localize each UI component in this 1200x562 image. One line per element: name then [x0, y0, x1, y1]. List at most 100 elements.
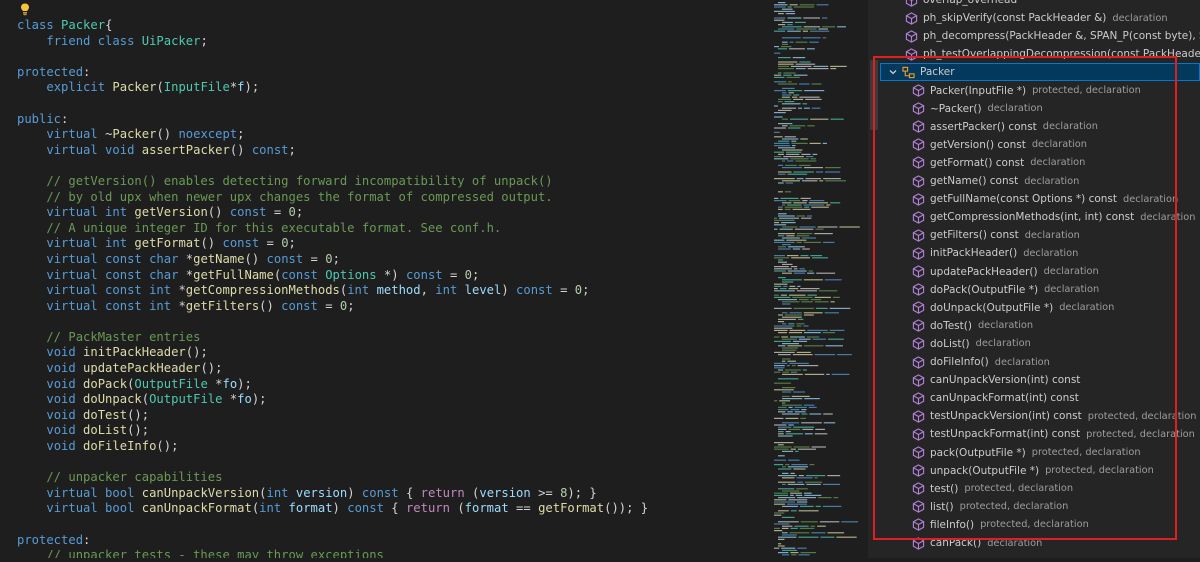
code-token: updatePackHeader: [83, 361, 201, 376]
outline-item[interactable]: canUnpackVersion(int) const: [880, 371, 1200, 389]
code-token: const: [229, 205, 274, 220]
outline-item[interactable]: canUnpackFormat(int) const: [880, 389, 1200, 407]
code-token: void: [46, 376, 84, 391]
outline-item[interactable]: overlap_overhead: [880, 0, 1200, 9]
code-line: // PackMaster entries: [17, 330, 648, 346]
outline-item[interactable]: testUnpackVersion(int) const protected, d…: [880, 407, 1200, 425]
outline-item[interactable]: fileInfo() protected, declaration: [880, 516, 1200, 534]
lightbulb-icon[interactable]: [18, 2, 32, 16]
outline-item[interactable]: getFullName(const Options *) const declar…: [880, 190, 1200, 208]
code-token: Options: [325, 267, 384, 282]
code-token: noexcept: [178, 127, 238, 142]
outline-item-label: ~Packer(): [930, 102, 982, 115]
outline-panel: overlap_overhead ph_skipVerify(const Pack…: [880, 0, 1200, 558]
outline-item-description: declaration: [1023, 247, 1079, 259]
code-token: fo: [222, 376, 238, 391]
code-token: (): [229, 142, 252, 157]
outline-item-description: protected, declaration: [1087, 410, 1197, 422]
outline-item-description: protected, declaration: [980, 519, 1089, 531]
outline-item[interactable]: doTest() declaration: [880, 317, 1200, 335]
outline-item[interactable]: doFileInfo() declaration: [880, 353, 1200, 371]
code-token: OutputFile: [134, 376, 216, 391]
code-token: 0: [574, 283, 583, 298]
code-token: {: [105, 18, 113, 32]
method-cube-icon: [912, 518, 925, 532]
outline-item[interactable]: updatePackHeader() declaration: [880, 263, 1200, 281]
code-token: version: [295, 485, 348, 500]
outline-item[interactable]: list() protected, declaration: [880, 498, 1200, 516]
code-token: const: [405, 267, 450, 282]
code-token: int: [347, 283, 377, 298]
code-token: getVersion: [134, 205, 208, 220]
code-token: (): [244, 251, 267, 266]
method-cube-icon: [912, 102, 925, 115]
outline-item[interactable]: doUnpack(OutputFile *) declaration: [880, 299, 1200, 317]
code-token: *: [178, 298, 186, 313]
outline-item-label: test(): [930, 482, 959, 495]
code-token: =: [310, 251, 326, 266]
code-token: int: [435, 283, 465, 298]
code-token: protected: [17, 64, 84, 79]
outline-item[interactable]: getName() const declaration: [880, 172, 1200, 190]
scrollbar-thumb[interactable]: [870, 60, 878, 130]
code-line: virtual int getVersion() const = 0;: [17, 205, 648, 221]
code-line: virtual ~Packer() noexcept;: [17, 127, 648, 143]
outline-item[interactable]: getCompressionMethods(int, int) const dec…: [880, 208, 1200, 226]
outline-item[interactable]: initPackHeader() declaration: [880, 244, 1200, 262]
outline-item-label: getFilters() const: [930, 229, 1019, 242]
outline-item[interactable]: ~Packer() declaration: [880, 100, 1200, 118]
outline-item[interactable]: pack(OutputFile *) protected, declaration: [880, 444, 1200, 462]
outline-item[interactable]: canPack() declaration: [880, 534, 1200, 552]
editor-scrollbar[interactable]: [868, 0, 880, 558]
outline-item[interactable]: ph_decompress(PackHeader &, SPAN_P(const…: [880, 27, 1200, 45]
outline-item-class[interactable]: Packer: [880, 63, 1200, 82]
code-token: getCompressionMethods: [185, 283, 340, 298]
code-line: public:: [17, 112, 648, 128]
minimap-preview: [774, 2, 860, 556]
method-cube-icon: [912, 229, 925, 242]
minimap[interactable]: [770, 0, 868, 558]
method-cube-icon: [912, 464, 925, 477]
code-token: (: [259, 485, 267, 500]
code-token: getFormat: [538, 501, 605, 516]
code-token: (): [200, 236, 223, 251]
outline-item[interactable]: assertPacker() const declaration: [880, 118, 1200, 136]
outline-item[interactable]: unpack(OutputFile *) protected, declarati…: [880, 462, 1200, 480]
code-token: const: [251, 142, 289, 157]
code-token: ;: [472, 267, 480, 282]
outline-item[interactable]: ph_skipVerify(const PackHeader &) declara…: [880, 9, 1200, 27]
outline-item[interactable]: getFormat() const declaration: [880, 154, 1200, 172]
method-cube-icon: [912, 156, 925, 170]
code-token: );: [237, 376, 252, 391]
outline-item-label: assertPacker() const: [930, 120, 1037, 133]
outline-item[interactable]: ph_testOverlappingDecompression(const Pa…: [880, 45, 1200, 63]
outline-item[interactable]: getFilters() const declaration: [880, 226, 1200, 244]
code-token: 0: [288, 205, 296, 220]
outline-item-label: list(): [930, 500, 954, 513]
code-token: ;: [288, 236, 296, 251]
outline-item[interactable]: doList() declaration: [880, 335, 1200, 353]
code-token: virtual: [46, 127, 106, 142]
method-cube-icon: [912, 391, 925, 405]
method-cube-icon: [912, 319, 925, 333]
outline-item[interactable]: doPack(OutputFile *) declaration: [880, 281, 1200, 299]
outline-item-label: getVersion() const: [930, 138, 1026, 151]
outline-item[interactable]: getVersion() const declaration: [880, 136, 1200, 154]
outline-item-description: protected, declaration: [1032, 85, 1141, 96]
chevron-down-icon[interactable]: [888, 67, 898, 77]
outline-item[interactable]: testUnpackFormat(int) const protected, de…: [880, 425, 1200, 443]
code-editor[interactable]: class Packer{ friend class UiPacker; pro…: [0, 0, 770, 558]
outline-item[interactable]: Packer(InputFile *) protected, declaratio…: [880, 82, 1200, 100]
method-cube-icon: [912, 355, 925, 369]
outline-item[interactable]: test() protected, declaration: [880, 480, 1200, 498]
code-token: ==: [516, 501, 539, 516]
code-token: :: [83, 64, 91, 79]
code-token: // A unique integer ID for this executab…: [17, 220, 502, 235]
